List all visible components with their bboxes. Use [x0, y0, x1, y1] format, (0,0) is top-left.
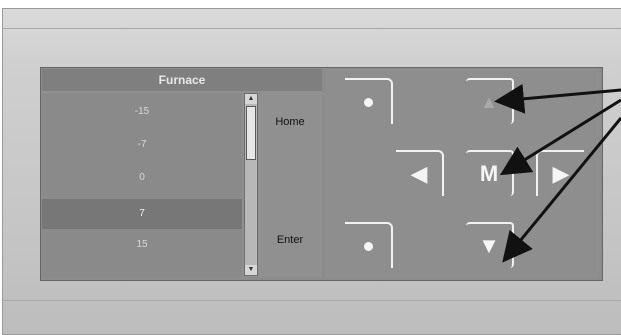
scrollbar[interactable]: ▲ ▼: [244, 93, 258, 276]
dot-icon: [363, 241, 373, 251]
softkey-label-top: Home: [275, 116, 305, 128]
value-list[interactable]: -15 -7 0 7 15: [42, 93, 242, 277]
lcd-screen: Furnace -15 -7 0 7 15 ▲ ▼ Home Enter: [42, 69, 322, 277]
softkey-top-button[interactable]: [345, 78, 393, 124]
menu-label: M: [479, 161, 499, 186]
bezel-divider: [2, 300, 621, 301]
menu-button[interactable]: M: [466, 150, 514, 196]
softkey-label-bottom: Enter: [276, 234, 304, 246]
right-arrow-icon: ▶: [552, 161, 570, 186]
up-button[interactable]: ▲: [466, 78, 514, 124]
up-arrow-icon: ▲: [480, 92, 498, 112]
left-arrow-icon: ◀: [410, 161, 428, 186]
list-item[interactable]: -7: [42, 130, 242, 160]
right-button[interactable]: ▶: [536, 150, 584, 196]
list-item-selected[interactable]: 7: [42, 199, 242, 229]
down-button[interactable]: ▼: [466, 222, 514, 268]
bezel-divider: [2, 28, 621, 29]
scroll-thumb[interactable]: [246, 106, 256, 160]
list-item[interactable]: 0: [42, 163, 242, 193]
scroll-down-icon[interactable]: ▼: [245, 265, 257, 275]
list-item[interactable]: 15: [42, 230, 242, 260]
screen-title: Furnace: [42, 69, 322, 91]
list-item[interactable]: -15: [42, 97, 242, 127]
softkey-bottom-button[interactable]: [345, 222, 393, 268]
down-arrow-icon: ▼: [478, 233, 500, 258]
left-button[interactable]: ◀: [396, 150, 444, 196]
scroll-up-icon[interactable]: ▲: [245, 94, 257, 104]
dot-icon: [363, 97, 373, 107]
